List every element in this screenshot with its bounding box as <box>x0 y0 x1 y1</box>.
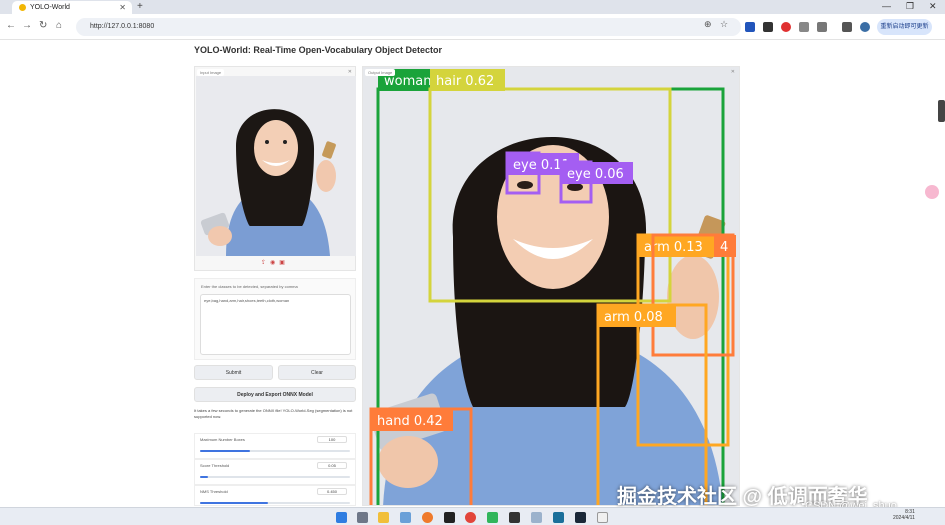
clear-button[interactable]: Clear <box>278 365 356 380</box>
clipboard-icon[interactable]: ▣ <box>279 260 289 266</box>
close-tab-icon[interactable]: ✕ <box>119 1 126 14</box>
detection-label: hand 0.42 <box>377 414 443 429</box>
new-tab-icon[interactable]: + <box>137 0 143 13</box>
home-icon[interactable]: ⌂ <box>56 20 62 31</box>
input-image-label: Input Image <box>197 69 225 76</box>
extension-icon[interactable] <box>763 22 773 32</box>
webcam-icon[interactable]: ◉ <box>270 260 279 266</box>
sidebar-icon[interactable] <box>842 22 852 32</box>
search-icon[interactable] <box>357 512 368 523</box>
slider-track[interactable] <box>200 502 350 504</box>
onnx-note: It takes a few seconds to generate the O… <box>194 408 353 419</box>
score-threshold-slider[interactable]: Score Threshold 0.05 <box>194 459 356 485</box>
input-photo <box>196 76 356 256</box>
input-image-panel[interactable]: Input Image ✕ ⇪◉▣ <box>194 66 356 271</box>
folder-icon[interactable] <box>378 512 389 523</box>
slider-label: NMS Threshold <box>200 489 228 494</box>
slider-fill <box>200 450 250 452</box>
extension-icon[interactable] <box>799 22 809 32</box>
minimize-icon[interactable]: — <box>882 0 891 13</box>
update-button[interactable]: 重新启动即可更新 <box>877 19 932 35</box>
assistant-bubble-icon[interactable] <box>925 185 939 199</box>
maximize-icon[interactable]: ❐ <box>906 0 914 13</box>
classes-label: Enter the classes to be detected, separa… <box>201 284 298 289</box>
slider-fill <box>200 502 268 504</box>
scrollbar-handle[interactable] <box>938 100 945 122</box>
slider-track[interactable] <box>200 450 350 452</box>
nms-threshold-slider[interactable]: NMS Threshold 0.450 <box>194 485 356 506</box>
slider-label: Score Threshold <box>200 463 230 468</box>
close-icon[interactable]: ✕ <box>731 69 735 75</box>
image-tools: ⇪◉▣ <box>195 256 355 270</box>
close-icon[interactable]: ✕ <box>348 69 352 75</box>
address-bar[interactable]: http://127.0.0.1:8080 <box>76 18 741 36</box>
max-boxes-slider[interactable]: Maximum Number Boxes 100 <box>194 433 356 459</box>
slider-value[interactable]: 0.05 <box>317 462 347 469</box>
detection-label: woman <box>384 74 431 89</box>
wechat-icon[interactable] <box>487 512 498 523</box>
taskbar-clock: 8:31 2024/4/11 <box>893 509 915 521</box>
browser-tab[interactable]: YOLO-World ✕ <box>12 1 132 14</box>
extension-icon[interactable] <box>745 22 755 32</box>
clock-date: 2024/4/11 <box>893 515 915 521</box>
output-photo: woman hair 0.62eye 0.11eye 0.06arm 0.13 4a… <box>363 67 739 505</box>
zoom-icon[interactable]: ⊕ <box>704 19 712 30</box>
typora-icon[interactable] <box>597 512 608 523</box>
classes-textarea[interactable]: eye,bag,hand,arm,hair,shoes,teeth,cloth,… <box>200 294 351 355</box>
detection-label: arm 0.08 <box>604 310 663 325</box>
upload-icon[interactable]: ⇪ <box>261 260 270 266</box>
tab-title: YOLO-World <box>30 4 70 11</box>
chrome-icon[interactable] <box>465 512 476 523</box>
slider-label: Maximum Number Boxes <box>200 437 245 442</box>
slider-track[interactable] <box>200 476 350 478</box>
back-icon[interactable]: ← <box>6 20 16 31</box>
slider-fill <box>200 476 208 478</box>
steam-icon[interactable] <box>575 512 586 523</box>
classes-panel: Enter the classes to be detected, separa… <box>194 278 356 360</box>
bookmark-star-icon[interactable]: ☆ <box>720 19 728 30</box>
tab-bar: YOLO-World ✕ + — ❐ ✕ <box>0 0 945 14</box>
submit-button[interactable]: Submit <box>194 365 273 380</box>
slider-value[interactable]: 0.450 <box>317 488 347 495</box>
output-image-panel: Output Image ✕ woman hair 0.62 eye 0.11 eye… <box>362 66 740 506</box>
browser-toolbar: ← → ↻ ⌂ http://127.0.0.1:8080 ⊕ ☆ 重新启动即可… <box>0 14 945 40</box>
taskbar <box>0 507 945 525</box>
start-icon[interactable] <box>336 512 347 523</box>
app-icon[interactable] <box>531 512 542 523</box>
favicon-icon <box>19 4 26 11</box>
app-icon[interactable] <box>444 512 455 523</box>
output-image-label: Output Image <box>365 69 396 76</box>
deploy-button[interactable]: Deploy and Export ONNX Model <box>194 387 356 402</box>
reload-icon[interactable]: ↻ <box>39 20 47 31</box>
close-window-icon[interactable]: ✕ <box>929 0 937 13</box>
detection-label: hair 0.62 <box>436 74 494 89</box>
slider-value[interactable]: 100 <box>317 436 347 443</box>
extension-icon[interactable] <box>781 22 791 32</box>
app-icon[interactable] <box>553 512 564 523</box>
terminal-icon[interactable] <box>509 512 520 523</box>
settings-icon[interactable] <box>400 512 411 523</box>
detection-label: 4 <box>720 240 728 255</box>
url-text: http://127.0.0.1:8080 <box>90 23 155 30</box>
puzzle-icon[interactable] <box>817 22 827 32</box>
forward-icon[interactable]: → <box>22 20 32 31</box>
detection-label: eye 0.06 <box>567 167 624 182</box>
avatar[interactable] <box>860 22 870 32</box>
app-icon[interactable] <box>422 512 433 523</box>
page-title: YOLO-World: Real-Time Open-Vocabulary Ob… <box>194 45 443 55</box>
